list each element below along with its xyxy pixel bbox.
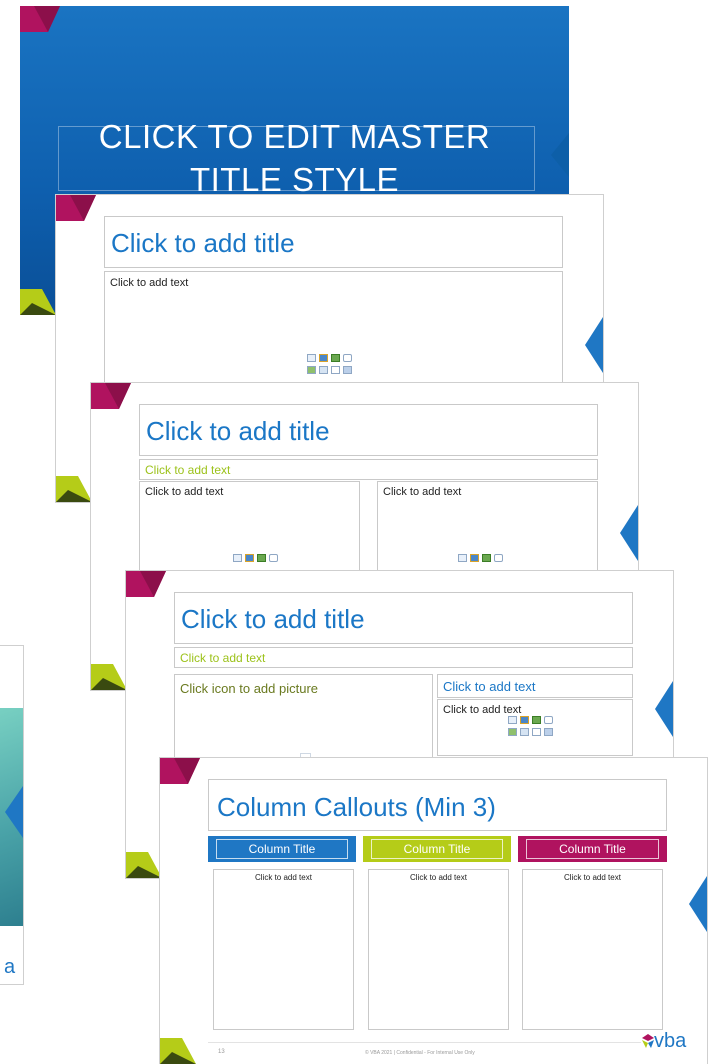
vba-logo-icon [642,1034,654,1048]
page-number: 13 [218,1049,225,1055]
corner-accent-bottom-icon [56,476,92,502]
title-text: Click to add title [146,416,330,446]
3d-model-icon[interactable] [269,554,278,562]
picture-icon[interactable] [508,728,517,736]
subtitle-text: Click to add text [180,651,266,665]
corner-accent-bottom-icon [160,1038,196,1064]
column-title-3[interactable]: Column Title [518,836,667,862]
table-icon[interactable] [307,354,316,362]
3d-model-icon[interactable] [494,554,503,562]
footer-text: © VBA 2021 | Confidential - For Internal… [365,1050,475,1056]
column-title-2-label: Column Title [371,839,503,859]
title-placeholder[interactable]: Click to add title [104,216,563,268]
slide-column-callouts[interactable]: Column Callouts (Min 3) Column Title Col… [159,757,708,1064]
subtitle-placeholder[interactable]: Click to add text [139,459,598,480]
online-picture-icon[interactable] [319,366,328,374]
right-content-text: Click to add text [383,486,462,498]
right-triangle-icon [551,133,569,177]
column-body-3[interactable]: Click to add text [522,869,663,1030]
corner-accent-bottom-icon [91,664,127,690]
picture-icon[interactable] [307,366,316,374]
table-icon[interactable] [233,554,242,562]
side-thumbnail-logo: a [4,956,16,978]
table-icon[interactable] [508,716,517,724]
side-thumbnail[interactable]: a [0,645,24,985]
right-triangle-icon [620,505,638,561]
corner-accent-bottom-icon [126,852,162,878]
icon-insert-icon[interactable] [343,366,352,374]
vba-logo-text: vba [654,1030,687,1052]
chart-icon[interactable] [319,354,328,362]
smartart-icon[interactable] [532,716,541,724]
column-title-3-label: Column Title [526,839,659,859]
picture-placeholder-text: Click icon to add picture [180,681,319,696]
body-text: Click to add text [110,277,189,289]
master-title-line1: CLICK TO EDIT MASTER [98,118,491,155]
column-title-2[interactable]: Column Title [363,836,511,862]
column-title-1-label: Column Title [216,839,348,859]
corner-accent-icon [126,571,166,597]
right-body-placeholder[interactable]: Click to add text [437,699,633,756]
icon-insert-icon[interactable] [544,728,553,736]
column-body-1-text: Click to add text [255,873,312,882]
side-thumbnail-triangle [5,786,23,838]
title-text: Click to add title [181,604,365,634]
column-body-2-text: Click to add text [410,873,467,882]
3d-model-icon[interactable] [343,354,352,362]
insert-content-icons [307,354,352,380]
video-icon[interactable] [532,728,541,736]
right-triangle-icon [655,681,673,737]
column-title-1[interactable]: Column Title [208,836,356,862]
title-placeholder[interactable]: Click to add title [174,592,633,644]
video-icon[interactable] [331,366,340,374]
title-placeholder[interactable]: Column Callouts (Min 3) [208,779,667,831]
chart-icon[interactable] [520,716,529,724]
corner-accent-icon [91,383,131,409]
smartart-icon[interactable] [257,554,266,562]
corner-accent-bottom-icon [20,289,56,315]
right-triangle-icon [689,876,707,932]
chart-icon[interactable] [245,554,254,562]
title-text: Column Callouts (Min 3) [217,792,496,822]
chart-icon[interactable] [470,554,479,562]
right-heading-text: Click to add text [443,679,536,694]
table-icon[interactable] [458,554,467,562]
title-placeholder[interactable]: Click to add title [139,404,598,456]
subtitle-placeholder[interactable]: Click to add text [174,647,633,668]
column-body-1[interactable]: Click to add text [213,869,354,1030]
corner-accent-icon [56,195,96,221]
smartart-icon[interactable] [331,354,340,362]
right-body-text: Click to add text [443,704,522,716]
online-picture-icon[interactable] [520,728,529,736]
title-text: Click to add title [111,228,295,258]
column-body-3-text: Click to add text [564,873,621,882]
smartart-icon[interactable] [482,554,491,562]
insert-content-icons [508,716,553,742]
right-heading-placeholder[interactable]: Click to add text [437,674,633,698]
right-triangle-icon [585,317,603,373]
3d-model-icon[interactable] [544,716,553,724]
subtitle-text: Click to add text [145,463,231,477]
corner-accent-icon [20,6,60,32]
corner-accent-icon [160,758,200,784]
column-body-2[interactable]: Click to add text [368,869,509,1030]
left-content-text: Click to add text [145,486,224,498]
footer-divider [208,1042,641,1043]
